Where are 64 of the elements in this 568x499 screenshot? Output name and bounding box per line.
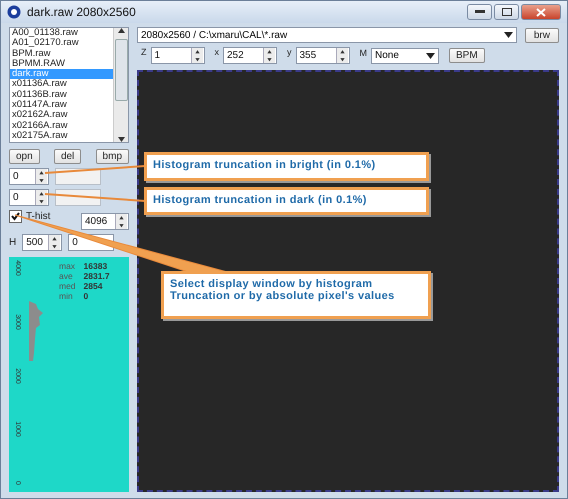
spin-up-icon[interactable] — [36, 169, 47, 176]
file-button[interactable]: opn — [9, 149, 40, 164]
height-label: H — [9, 237, 16, 248]
mode-combo[interactable]: None — [371, 48, 439, 64]
path-combo[interactable]: 2080x2560 / C:\xmaru\CAL\*.raw — [137, 27, 517, 43]
bpm-button[interactable]: BPM — [449, 48, 485, 63]
control-label: M — [360, 48, 367, 58]
value-spinner[interactable]: 252 — [223, 47, 277, 64]
file-list-item[interactable]: A00_01138.raw — [10, 28, 113, 38]
spin-up-icon[interactable] — [264, 48, 275, 56]
dropdown-arrow-icon[interactable] — [426, 52, 435, 58]
file-list-item[interactable]: A01_02170.raw — [10, 38, 113, 49]
scroll-down-icon[interactable] — [118, 137, 124, 142]
stat-value: 16383 — [84, 261, 108, 271]
dark-truncation-spinner[interactable]: 0 — [9, 189, 49, 206]
spin-up-icon[interactable] — [192, 48, 202, 56]
window-title: dark.raw 2080x2560 — [27, 5, 137, 19]
file-list[interactable]: A00_01138.raw A01_02170.raw BPM.raw BPMM.RAW dark.raw x01136A.raw x01136B.raw x01147A.raw x02162A.raw x02166A.raw x02175A.raw — [9, 27, 129, 143]
minimize-icon — [474, 10, 484, 14]
stat-value: 2854 — [84, 281, 104, 291]
control-label: x — [214, 47, 219, 57]
file-list-item[interactable]: x02175A.raw — [10, 130, 113, 142]
maximize-icon — [502, 8, 512, 16]
dropdown-arrow-icon[interactable] — [504, 32, 513, 38]
file-button[interactable]: del — [54, 149, 82, 164]
callout-note: Histogram truncation in dark (in 0.1%) — [144, 187, 429, 215]
file-list-item[interactable]: x01147A.raw — [10, 100, 113, 110]
stat-label: max — [59, 261, 76, 271]
range-max-spinner[interactable]: 4096 — [81, 213, 129, 230]
close-button[interactable] — [521, 4, 561, 20]
bright-truncation-spinner[interactable]: 0 — [9, 168, 49, 185]
close-icon — [536, 8, 546, 16]
stat-label: min — [59, 291, 74, 301]
file-list-item[interactable]: x02166A.raw — [10, 120, 113, 131]
spin-up-icon[interactable] — [116, 214, 127, 222]
scrollbar[interactable] — [113, 28, 128, 142]
spin-up-icon[interactable] — [36, 190, 47, 198]
browse-button[interactable]: brw — [524, 28, 559, 42]
file-list-item[interactable]: BPMM.RAW — [10, 58, 113, 70]
control-label: Z — [141, 47, 146, 57]
minimize-button[interactable] — [467, 4, 492, 20]
callout-note: Select display window by histogram Truncation or by absolute pixel's values — [161, 271, 431, 319]
stat-value: 0 — [84, 291, 90, 301]
checkbox[interactable] — [9, 210, 22, 223]
app-icon — [7, 5, 21, 19]
height-spinner[interactable]: 500 — [22, 234, 62, 251]
spin-up-icon[interactable] — [49, 235, 60, 242]
maximize-button[interactable] — [494, 4, 519, 20]
file-list-item[interactable]: x02162A.raw — [10, 110, 113, 121]
file-list-item[interactable]: x01136A.raw — [10, 79, 113, 90]
callout-note: Histogram truncation in bright (in 0.1%) — [144, 152, 429, 181]
file-list-item[interactable]: x01136B.raw — [10, 90, 113, 100]
checkbox-label: T-hist — [26, 211, 50, 222]
stat-value: 2831.7 — [84, 271, 110, 281]
value-spinner[interactable]: 1 — [150, 47, 204, 64]
file-button[interactable]: bmp — [96, 149, 129, 164]
stat-label: ave — [59, 271, 74, 281]
value-spinner[interactable]: 355 — [296, 47, 350, 64]
spin-up-icon[interactable] — [336, 48, 348, 56]
stat-label: med — [59, 281, 76, 291]
scroll-up-icon[interactable] — [118, 28, 124, 33]
histogram-drawing — [29, 301, 43, 361]
control-label: y — [287, 47, 292, 57]
file-list-item[interactable]: BPM.raw — [10, 48, 113, 59]
